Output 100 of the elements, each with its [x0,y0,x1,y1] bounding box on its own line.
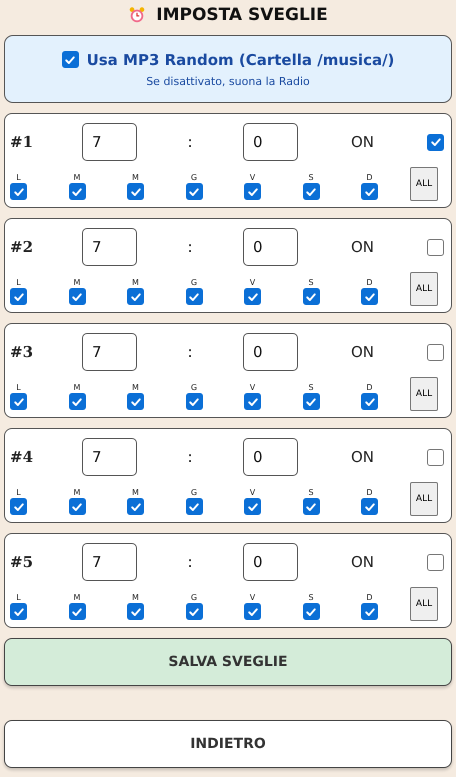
day-checkbox[interactable] [361,498,378,515]
enable-checkbox[interactable] [427,238,444,256]
enable-checkbox[interactable] [427,554,444,570]
day-label: V [250,593,256,602]
day-label: G [190,173,198,182]
all-days-button[interactable]: ALL [410,272,438,306]
day-checkbox[interactable] [244,183,261,200]
checkmark-icon [12,500,24,512]
day-label: M [74,488,80,497]
page-title: IMPOSTA SVEGLIE [156,5,328,25]
day-checkbox[interactable] [127,498,144,515]
day-checkbox[interactable] [186,603,202,620]
alarm-number: #4 [10,448,34,466]
day-checkbox[interactable] [302,603,320,620]
checkmark-icon [130,606,142,618]
minute-field[interactable]: 0 [243,438,298,476]
status-label: ON [350,133,376,151]
checkmark-icon [246,500,258,512]
day-checkbox[interactable] [244,288,261,305]
day-checkbox[interactable] [68,393,86,410]
day-label: M [74,173,80,182]
all-days-button[interactable]: ALL [410,167,438,201]
enable-checkbox[interactable] [427,344,444,360]
day-label: L [16,488,21,497]
all-days-button[interactable]: ALL [410,587,438,621]
hour-field[interactable]: 7 [82,228,137,266]
day-checkbox[interactable] [302,498,320,515]
day-checkbox[interactable] [68,288,86,305]
day-label: M [132,593,139,602]
hour-field[interactable]: 7 [82,123,137,161]
day-label: S [308,278,314,287]
day-label: V [250,173,256,182]
day-label: M [74,593,80,602]
checkmark-icon [130,396,142,408]
hour-field[interactable]: 7 [82,438,137,476]
mp3-checkbox[interactable] [62,51,79,68]
day-checkbox[interactable] [68,183,86,200]
all-days-button[interactable]: ALL [410,482,438,516]
checkmark-icon [364,500,376,512]
day-checkbox[interactable] [302,288,320,305]
day-checkbox[interactable] [361,183,378,200]
minute-field[interactable]: 0 [243,333,298,371]
day-label: S [308,173,314,182]
save-button[interactable]: SALVA SVEGLIE [4,638,452,686]
day-label: G [190,593,198,602]
back-button[interactable]: INDIETRO [4,720,452,768]
day-checkbox[interactable] [127,183,144,200]
all-days-button[interactable]: ALL [410,377,438,411]
checkmark-icon [188,290,200,302]
day-checkbox[interactable] [68,498,86,515]
day-checkbox[interactable] [186,498,202,515]
day-checkbox[interactable] [127,603,144,620]
checkmark-icon [246,186,258,198]
checkmark-icon [246,396,258,408]
day-label: D [366,173,373,182]
day-checkbox[interactable] [186,393,202,410]
day-checkbox[interactable] [186,288,202,305]
day-label: M [74,383,80,392]
checkmark-icon [188,606,200,618]
day-label: D [366,278,373,287]
mp3-option-note: Se disattivato, suona la Radio [146,74,310,88]
day-label: S [308,593,314,602]
alarm-number: #2 [10,238,34,256]
day-checkbox[interactable] [68,603,86,620]
day-checkbox[interactable] [127,393,144,410]
day-checkbox[interactable] [244,393,261,410]
hour-field[interactable]: 7 [82,543,137,581]
checkmark-icon [430,136,442,148]
hour-field[interactable]: 7 [82,333,137,371]
enable-checkbox[interactable] [427,134,444,150]
checkmark-icon [305,186,317,198]
minute-field[interactable]: 0 [243,123,298,161]
day-checkbox[interactable] [10,288,27,305]
day-checkbox[interactable] [361,393,378,410]
day-label: M [132,173,139,182]
day-label: D [366,383,373,392]
day-checkbox[interactable] [302,183,320,200]
minute-field[interactable]: 0 [243,543,298,581]
time-separator: : [186,448,194,466]
day-checkbox[interactable] [361,603,378,620]
minute-field[interactable]: 0 [243,228,298,266]
day-checkbox[interactable] [10,393,27,410]
day-checkbox[interactable] [244,498,261,515]
day-checkbox[interactable] [127,288,144,305]
checkmark-icon [305,290,317,302]
day-checkbox[interactable] [10,603,27,620]
checkmark-icon [364,606,376,618]
day-label: M [132,278,139,287]
mp3-option-label: Usa MP3 Random (Cartella /musica/) [86,50,394,68]
status-label: ON [350,448,376,466]
day-checkbox[interactable] [186,183,202,200]
day-label: L [16,593,21,602]
day-checkbox[interactable] [361,288,378,305]
day-label: G [190,488,198,497]
day-checkbox[interactable] [10,183,27,200]
enable-checkbox[interactable] [427,448,444,466]
checkmark-icon [364,396,376,408]
day-checkbox[interactable] [302,393,320,410]
day-checkbox[interactable] [244,603,261,620]
day-checkbox[interactable] [10,498,27,515]
